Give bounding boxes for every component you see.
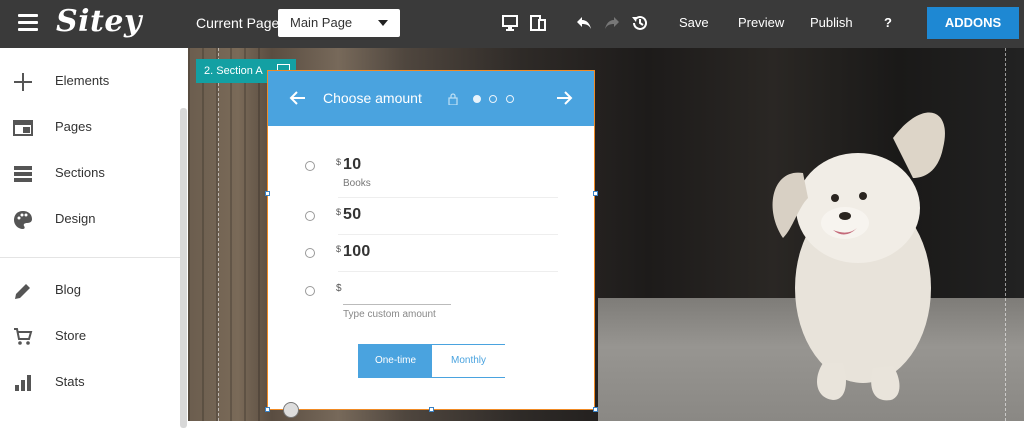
amount-value: 100 (343, 243, 371, 260)
amount-option-50[interactable]: $ 50 (303, 206, 559, 233)
amount-value: 10 (343, 156, 362, 173)
currency-symbol: $ (336, 244, 342, 254)
sidebar-item-label: Stats (55, 374, 85, 389)
save-button[interactable]: Save (679, 15, 709, 30)
sidebar-item-elements[interactable]: Elements (0, 67, 178, 97)
sidebar-item-label: Pages (55, 119, 92, 134)
sidebar: Elements Pages Sections Design Blog Stor… (0, 48, 188, 428)
cart-icon (14, 328, 33, 345)
layout-guide-left (218, 48, 219, 421)
amount-option-10[interactable]: $ 10 Books (303, 156, 559, 196)
top-toolbar: Sitey Current Page: Main Page Save Previ… (0, 0, 1024, 48)
move-handle-icon[interactable] (283, 402, 299, 418)
lock-icon (448, 93, 458, 105)
amount-note: Books (343, 178, 371, 189)
sidebar-item-sections[interactable]: Sections (0, 159, 178, 189)
sidebar-scrollbar[interactable] (180, 108, 187, 428)
resize-handle-bottom-left[interactable] (265, 407, 270, 412)
page-select[interactable]: Main Page (278, 9, 400, 37)
menu-icon[interactable] (18, 14, 38, 32)
arrow-right-icon[interactable] (554, 88, 574, 108)
donation-widget[interactable]: Choose amount $ 10 Books $ 50 $ 100 $ Ty… (267, 70, 595, 410)
plus-icon (14, 73, 32, 91)
resize-handle-bottom[interactable] (429, 407, 434, 412)
radio-button[interactable] (305, 211, 315, 221)
sidebar-divider (0, 257, 180, 258)
dog-photo (772, 112, 945, 401)
sidebar-item-label: Blog (55, 282, 82, 297)
chevron-down-icon (378, 20, 388, 26)
row-divider (338, 271, 558, 272)
sidebar-item-label: Design (55, 211, 96, 226)
widget-header: Choose amount (268, 71, 594, 126)
radio-button[interactable] (305, 161, 315, 171)
preview-button[interactable]: Preview (738, 15, 784, 30)
row-divider (338, 234, 558, 235)
amount-option-100[interactable]: $ 100 (303, 243, 559, 270)
desktop-view-icon[interactable] (500, 13, 520, 33)
radio-button[interactable] (305, 286, 315, 296)
stats-icon (15, 375, 31, 391)
background-wood (188, 48, 268, 421)
resize-handle-bottom-right[interactable] (593, 407, 598, 412)
sidebar-item-pages[interactable]: Pages (0, 113, 178, 143)
step-dot-1[interactable] (473, 95, 481, 103)
undo-icon[interactable] (574, 13, 594, 33)
sidebar-item-label: Sections (55, 165, 105, 180)
redo-icon[interactable] (602, 13, 622, 33)
monthly-button[interactable]: Monthly (432, 345, 505, 377)
palette-icon (14, 211, 32, 229)
row-divider (338, 197, 558, 198)
app-logo[interactable]: Sitey (56, 4, 142, 39)
resize-handle-left[interactable] (265, 191, 270, 196)
editor-canvas[interactable]: 2. Section A Choose amount $ 10 Books $ … (188, 48, 1024, 421)
addons-button[interactable]: ADDONS (927, 7, 1019, 39)
arrow-left-icon[interactable] (288, 88, 308, 108)
step-dot-3[interactable] (506, 95, 514, 103)
page-select-value: Main Page (290, 15, 353, 30)
widget-title: Choose amount (323, 90, 422, 106)
sidebar-item-label: Elements (55, 73, 110, 88)
current-page-label: Current Page: (196, 15, 284, 31)
one-time-button[interactable]: One-time (359, 345, 432, 377)
radio-button[interactable] (305, 248, 315, 258)
layout-guide-right (1005, 48, 1006, 421)
section-tag-label: 2. Section A (204, 65, 263, 77)
sidebar-item-label: Store (55, 328, 87, 343)
currency-symbol: $ (336, 207, 342, 217)
pages-icon (13, 120, 33, 136)
custom-amount-input[interactable] (343, 304, 451, 305)
mobile-view-icon[interactable] (528, 13, 548, 33)
help-button[interactable]: ? (884, 15, 892, 30)
amount-option-custom[interactable]: $ (303, 283, 559, 305)
currency-symbol: $ (336, 157, 342, 167)
sections-icon (14, 166, 32, 182)
frequency-toggle[interactable]: One-time Monthly (358, 344, 505, 378)
resize-handle-right[interactable] (593, 191, 598, 196)
sidebar-item-store[interactable]: Store (0, 322, 178, 352)
history-icon[interactable] (630, 13, 650, 33)
amount-value: 50 (343, 206, 362, 223)
pencil-icon (15, 284, 30, 299)
publish-button[interactable]: Publish (810, 15, 853, 30)
sidebar-item-stats[interactable]: Stats (0, 368, 178, 398)
step-dot-2[interactable] (489, 95, 497, 103)
custom-amount-placeholder: Type custom amount (343, 309, 436, 320)
sidebar-item-blog[interactable]: Blog (0, 276, 178, 306)
sidebar-item-design[interactable]: Design (0, 205, 178, 235)
currency-symbol: $ (336, 283, 342, 294)
